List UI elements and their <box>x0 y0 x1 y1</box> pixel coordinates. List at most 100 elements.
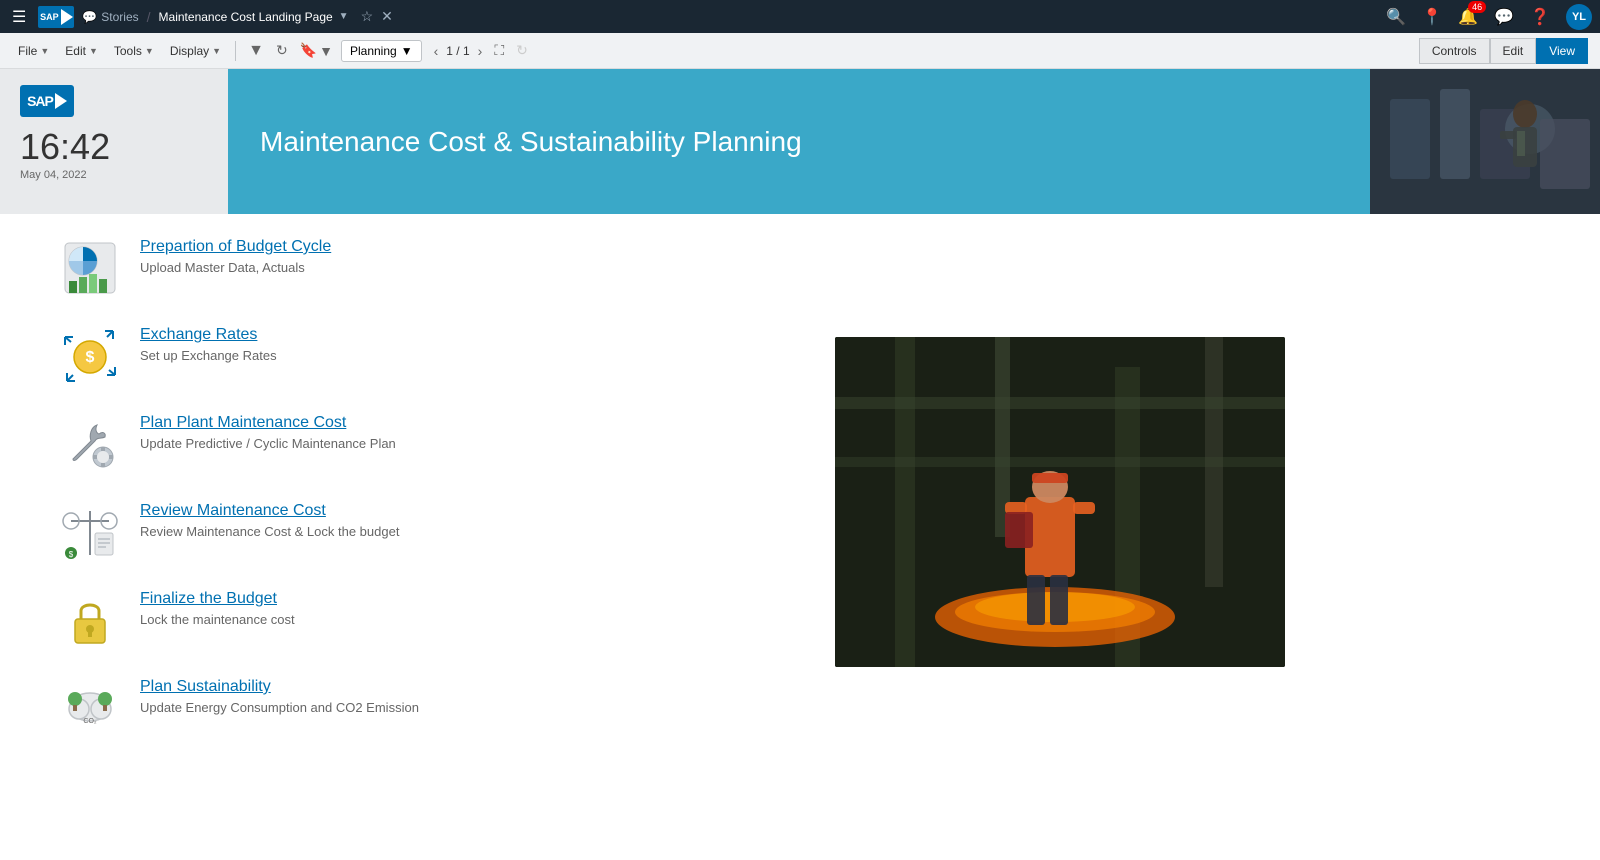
nav-separator: / <box>147 9 151 25</box>
planning-dropdown[interactable]: Planning ▼ <box>341 40 422 62</box>
finalize-budget-svg <box>61 591 119 649</box>
menu-left: Prepartion of Budget Cycle Upload Master… <box>60 238 540 766</box>
toolbar: File ▼ Edit ▼ Tools ▼ Display ▼ ▼ ↻ 🔖 ▼ … <box>0 33 1600 69</box>
plan-sustainability-svg: CO₂ <box>61 679 119 737</box>
header-banner: SAP 16:42 May 04, 2022 Maintenance Cost … <box>0 69 1600 214</box>
budget-cycle-desc: Upload Master Data, Actuals <box>140 260 331 275</box>
menu-right <box>580 238 1540 766</box>
tools-menu-button[interactable]: Tools ▼ <box>108 40 160 62</box>
location-icon[interactable]: 📍 <box>1422 7 1442 27</box>
exchange-rates-icon: $ <box>60 326 120 386</box>
bookmark-chevron-icon: ▼ <box>319 43 333 59</box>
page-navigation: ‹ 1 / 1 › <box>430 41 487 61</box>
prev-page-button[interactable]: ‹ <box>430 41 443 61</box>
review-maintenance-text: Review Maintenance Cost Review Maintenan… <box>140 502 399 539</box>
plan-maintenance-desc: Update Predictive / Cyclic Maintenance P… <box>140 436 396 451</box>
industrial-scene-svg <box>835 337 1285 667</box>
page-indicator: 1 / 1 <box>446 44 469 58</box>
exchange-rates-svg: $ <box>61 327 119 385</box>
budget-cycle-link[interactable]: Prepartion of Budget Cycle <box>140 238 331 256</box>
refresh-status-icon[interactable]: ↻ <box>512 38 532 63</box>
file-menu-button[interactable]: File ▼ <box>12 40 55 62</box>
plan-sustainability-icon: CO₂ <box>60 678 120 738</box>
header-machinery-svg <box>1370 69 1600 214</box>
budget-cycle-text: Prepartion of Budget Cycle Upload Master… <box>140 238 331 275</box>
review-maintenance-icon: $ <box>60 502 120 562</box>
file-chevron-icon: ▼ <box>40 46 49 56</box>
help-icon[interactable]: ❓ <box>1530 7 1550 27</box>
edit-menu-button[interactable]: Edit ▼ <box>59 40 104 62</box>
refresh-icon[interactable]: ↻ <box>272 38 292 63</box>
nav-right-icons: 🔍 📍 🔔 46 💬 ❓ YL <box>1386 4 1592 30</box>
exchange-rates-link[interactable]: Exchange Rates <box>140 326 277 344</box>
notification-icon[interactable]: 🔔 46 <box>1458 7 1478 27</box>
favorite-star-icon[interactable]: ☆ <box>361 8 374 25</box>
tools-chevron-icon: ▼ <box>145 46 154 56</box>
plan-maintenance-svg <box>61 415 119 473</box>
finalize-budget-icon <box>60 590 120 650</box>
menu-item-plan-maintenance[interactable]: Plan Plant Maintenance Cost Update Predi… <box>60 414 540 474</box>
stories-link[interactable]: 💬 Stories <box>82 10 138 24</box>
search-icon[interactable]: 🔍 <box>1386 7 1406 27</box>
finalize-budget-desc: Lock the maintenance cost <box>140 612 295 627</box>
close-tab-icon[interactable]: ✕ <box>381 8 393 25</box>
chevron-down-icon: ▼ <box>339 11 349 22</box>
menu-item-budget-cycle[interactable]: Prepartion of Budget Cycle Upload Master… <box>60 238 540 298</box>
svg-text:CO₂: CO₂ <box>83 718 97 725</box>
plan-maintenance-text: Plan Plant Maintenance Cost Update Predi… <box>140 414 396 451</box>
controls-button[interactable]: Controls <box>1419 38 1490 64</box>
stories-chat-icon: 💬 <box>82 10 97 24</box>
header-image-placeholder <box>1370 69 1600 214</box>
main-content: SAP 16:42 May 04, 2022 Maintenance Cost … <box>0 69 1600 860</box>
expand-icon[interactable]: ⛶ <box>490 38 508 63</box>
menu-item-review-maintenance[interactable]: $ Review Maintenance Cost Review Mainten… <box>60 502 540 562</box>
next-page-button[interactable]: › <box>474 41 487 61</box>
edit-view-button[interactable]: Edit <box>1490 38 1537 64</box>
header-image <box>1370 69 1600 214</box>
display-menu-button[interactable]: Display ▼ <box>164 40 227 62</box>
review-maintenance-svg: $ <box>61 503 119 561</box>
display-chevron-icon: ▼ <box>212 46 221 56</box>
hamburger-menu[interactable]: ☰ <box>8 7 30 27</box>
nav-page-title[interactable]: Maintenance Cost Landing Page ▼ <box>159 10 349 24</box>
clock-date: May 04, 2022 <box>20 169 87 181</box>
header-title: Maintenance Cost & Sustainability Planni… <box>260 126 802 158</box>
edit-chevron-icon: ▼ <box>89 46 98 56</box>
industrial-image <box>835 337 1285 667</box>
header-left: SAP 16:42 May 04, 2022 <box>0 69 228 214</box>
header-center: Maintenance Cost & Sustainability Planni… <box>228 69 1370 214</box>
menu-item-exchange-rates[interactable]: $ Exchange Rates Set up Exchange Rates <box>60 326 540 386</box>
review-maintenance-desc: Review Maintenance Cost & Lock the budge… <box>140 524 399 539</box>
budget-cycle-icon <box>60 238 120 298</box>
finalize-budget-text: Finalize the Budget Lock the maintenance… <box>140 590 295 627</box>
planning-chevron-icon: ▼ <box>401 44 413 58</box>
bookmark-icon[interactable]: 🔖 ▼ <box>296 38 337 63</box>
top-navigation: ☰ SAP 💬 Stories / Maintenance Cost Landi… <box>0 0 1600 33</box>
plan-maintenance-icon <box>60 414 120 474</box>
finalize-budget-link[interactable]: Finalize the Budget <box>140 590 295 608</box>
sap-main-triangle-icon <box>55 93 67 109</box>
user-avatar[interactable]: YL <box>1566 4 1592 30</box>
plan-sustainability-link[interactable]: Plan Sustainability <box>140 678 419 696</box>
plan-sustainability-text: Plan Sustainability Update Energy Consum… <box>140 678 419 715</box>
menu-section: Prepartion of Budget Cycle Upload Master… <box>0 214 1600 790</box>
budget-cycle-svg <box>61 239 119 297</box>
exchange-rates-desc: Set up Exchange Rates <box>140 348 277 363</box>
view-button[interactable]: View <box>1536 38 1588 64</box>
plan-maintenance-link[interactable]: Plan Plant Maintenance Cost <box>140 414 396 432</box>
sap-logo-main: SAP <box>20 85 74 117</box>
svg-text:$: $ <box>69 550 74 559</box>
plan-sustainability-desc: Update Energy Consumption and CO2 Emissi… <box>140 700 419 715</box>
sap-logo-nav[interactable]: SAP <box>38 6 74 28</box>
filter-icon[interactable]: ▼ <box>244 38 268 64</box>
toolbar-divider-1 <box>235 41 236 61</box>
sap-triangle-icon <box>61 9 73 25</box>
exchange-rates-text: Exchange Rates Set up Exchange Rates <box>140 326 277 363</box>
clock-time: 16:42 <box>20 129 110 165</box>
menu-item-finalize-budget[interactable]: Finalize the Budget Lock the maintenance… <box>60 590 540 650</box>
chat-icon[interactable]: 💬 <box>1494 7 1514 27</box>
notification-badge: 46 <box>1468 1 1486 13</box>
svg-text:$: $ <box>86 349 95 366</box>
menu-item-plan-sustainability[interactable]: CO₂ Plan Sustainability Update Energy Co… <box>60 678 540 738</box>
review-maintenance-link[interactable]: Review Maintenance Cost <box>140 502 399 520</box>
